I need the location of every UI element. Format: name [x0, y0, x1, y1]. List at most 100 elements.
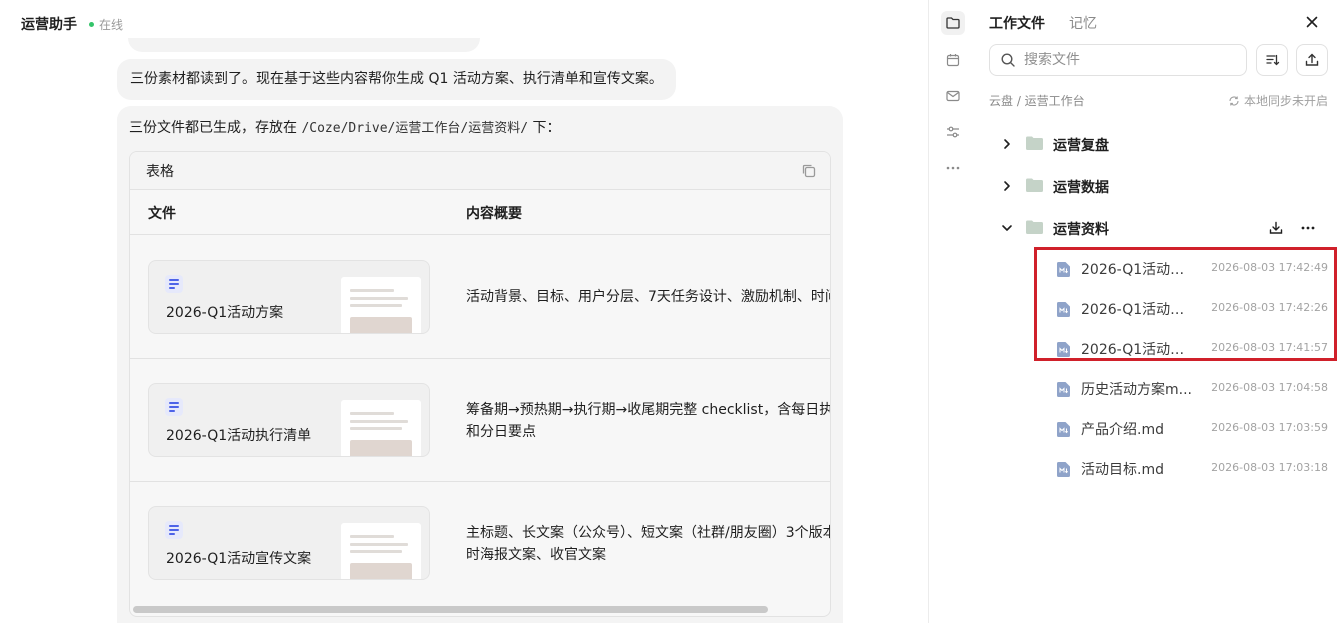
- search-icon: [1001, 53, 1015, 67]
- document-icon: [165, 398, 183, 416]
- file-card[interactable]: 2026-Q1活动宣传文案: [148, 506, 430, 580]
- upload-icon: [1305, 53, 1319, 66]
- table-label: 表格: [146, 163, 174, 180]
- search-box[interactable]: [989, 44, 1247, 76]
- file-name: 产品介绍.md: [1081, 422, 1164, 438]
- table-row: 2026-Q1活动方案 活动背景、目标、用户分层、7天任务设计、激励机制、时间: [130, 236, 831, 359]
- chevron-down-icon[interactable]: [1000, 221, 1014, 235]
- file-name: 2026-Q1活动宣传文案.md: [1081, 262, 1197, 278]
- assistant-message-short: 三份素材都读到了。现在基于这些内容帮你生成 Q1 活动方案、执行清单和宣传文案。: [117, 59, 676, 100]
- file-thumbnail: [341, 277, 421, 333]
- file-name: 历史活动方案m...: [1081, 382, 1192, 398]
- row-summary: 活动背景、目标、用户分层、7天任务设计、激励机制、时间: [466, 286, 831, 308]
- summary-line: 活动背景、目标、用户分层、7天任务设计、激励机制、时间: [466, 289, 831, 305]
- folder-row[interactable]: 运营复盘: [977, 126, 1344, 162]
- file-name: 2026-Q1活动执行清单.md: [1081, 302, 1197, 318]
- folder-icon: [1026, 136, 1043, 150]
- file-row[interactable]: 历史活动方案m... 2026-08-03 17:04:58: [977, 370, 1344, 406]
- column-header-file: 文件: [148, 206, 176, 222]
- file-row[interactable]: 活动目标.md 2026-08-03 17:03:18: [977, 450, 1344, 486]
- rail-more-button[interactable]: [941, 156, 965, 180]
- file-name: 活动目标.md: [1081, 462, 1164, 478]
- assistant-message-text: 三份文件都已生成，存放在 /Coze/Drive/运营工作台/运营资料/ 下：: [129, 117, 560, 137]
- file-card-name: 2026-Q1活动方案: [166, 305, 284, 321]
- rail-files-button[interactable]: [941, 11, 965, 35]
- rail-settings-button[interactable]: [941, 120, 965, 144]
- tab-work-files[interactable]: 工作文件: [989, 13, 1045, 33]
- folder-actions: [1268, 220, 1316, 236]
- chevron-right-icon[interactable]: [1000, 179, 1014, 193]
- chat-area: 运营助手 在线 三份素材都读到了。现在基于这些内容帮你生成 Q1 活动方案、执行…: [0, 0, 928, 623]
- sync-status-label: 本地同步未开启: [1243, 94, 1328, 108]
- markdown-file-icon: [1057, 422, 1070, 437]
- chat-title: 运营助手: [21, 17, 77, 33]
- file-modified-time: 2026-08-03 17:03:59: [1211, 421, 1328, 434]
- sort-button[interactable]: [1256, 44, 1288, 76]
- upload-button[interactable]: [1296, 44, 1328, 76]
- folder-icon: [946, 17, 960, 29]
- table-header-row: 文件 内容概要: [130, 190, 830, 235]
- app-window: 运营助手 在线 三份素材都读到了。现在基于这些内容帮你生成 Q1 活动方案、执行…: [0, 0, 1344, 623]
- folder-icon: [1026, 220, 1043, 234]
- markdown-file-icon: [1057, 302, 1070, 317]
- file-modified-time: 2026-08-03 17:04:58: [1211, 381, 1328, 394]
- rail-mail-button[interactable]: [941, 84, 965, 108]
- folder-name: 运营数据: [1053, 180, 1109, 196]
- message-text-suffix: 下：: [528, 120, 561, 136]
- calendar-icon: [946, 54, 960, 67]
- summary-line: 主标题、长文案（公众号）、短文案（社群/朋友圈）3个版本: [466, 525, 831, 541]
- assistant-message: 三份文件都已生成，存放在 /Coze/Drive/运营工作台/运营资料/ 下： …: [117, 106, 843, 623]
- file-card[interactable]: 2026-Q1活动方案: [148, 260, 430, 334]
- mail-icon: [946, 90, 960, 102]
- rail-calendar-button[interactable]: [941, 48, 965, 72]
- file-row[interactable]: 产品介绍.md 2026-08-03 17:03:59: [977, 410, 1344, 446]
- horizontal-scrollbar[interactable]: [133, 606, 768, 613]
- message-text-prefix: 三份文件都已生成，存放在: [129, 120, 302, 136]
- file-modified-time: 2026-08-03 17:42:26: [1211, 301, 1328, 314]
- folder-name: 运营复盘: [1053, 138, 1109, 154]
- copy-icon[interactable]: [800, 162, 818, 180]
- tab-memory[interactable]: 记忆: [1069, 13, 1097, 33]
- document-icon: [165, 275, 183, 293]
- sync-status[interactable]: 本地同步未开启: [1228, 92, 1328, 109]
- row-summary: 筹备期→预热期→执行期→收尾期完整 checklist，含每日执行 和分日要点: [466, 399, 830, 443]
- file-card-name: 2026-Q1活动宣传文案: [166, 551, 312, 567]
- search-input[interactable]: [1024, 52, 1234, 68]
- file-modified-time: 2026-08-03 17:42:49: [1211, 261, 1328, 274]
- markdown-file-icon: [1057, 382, 1070, 397]
- file-row[interactable]: 2026-Q1活动执行清单.md 2026-08-03 17:42:26: [977, 290, 1344, 326]
- folder-row-expanded[interactable]: 运营资料: [977, 210, 1344, 246]
- markdown-file-icon: [1057, 462, 1070, 477]
- file-thumbnail: [341, 523, 421, 579]
- breadcrumb[interactable]: 云盘 / 运营工作台: [989, 92, 1085, 109]
- file-modified-time: 2026-08-03 17:03:18: [1211, 461, 1328, 474]
- download-icon[interactable]: [1268, 220, 1284, 236]
- document-icon: [165, 521, 183, 539]
- more-icon[interactable]: [1300, 220, 1316, 236]
- more-icon: [946, 166, 960, 170]
- table-row: 2026-Q1活动宣传文案 主标题、长文案（公众号）、短文案（社群/朋友圈）3个…: [130, 482, 831, 605]
- folder-name: 运营资料: [1053, 222, 1109, 238]
- file-row[interactable]: 2026-Q1活动宣传文案.md 2026-08-03 17:42:49: [977, 250, 1344, 286]
- sync-icon: [1229, 96, 1239, 105]
- sliders-icon: [947, 126, 959, 138]
- column-header-summary: 内容概要: [466, 206, 522, 222]
- file-modified-time: 2026-08-03 17:41:57: [1211, 341, 1328, 354]
- summary-line: 和分日要点: [466, 424, 536, 440]
- folder-icon: [1026, 178, 1043, 192]
- workspace-panel: 工作文件 记忆 云盘 / 运营工作台 本地同步未开启 运营复盘: [977, 0, 1344, 623]
- file-name: 2026-Q1活动方案.md: [1081, 342, 1197, 358]
- file-row[interactable]: 2026-Q1活动方案.md 2026-08-03 17:41:57: [977, 330, 1344, 366]
- file-path-code: /Coze/Drive/运营工作台/运营资料/: [301, 121, 529, 136]
- online-status: 在线: [89, 16, 123, 33]
- file-card-name: 2026-Q1活动执行清单: [166, 428, 312, 444]
- markdown-file-icon: [1057, 342, 1070, 357]
- file-card[interactable]: 2026-Q1活动执行清单: [148, 383, 430, 457]
- table-card-header: 表格: [130, 152, 830, 190]
- folder-row[interactable]: 运营数据: [977, 168, 1344, 204]
- close-icon[interactable]: [1304, 14, 1320, 30]
- chevron-right-icon[interactable]: [1000, 137, 1014, 151]
- markdown-file-icon: [1057, 262, 1070, 277]
- side-rail: [929, 0, 977, 623]
- sort-icon: [1266, 54, 1280, 66]
